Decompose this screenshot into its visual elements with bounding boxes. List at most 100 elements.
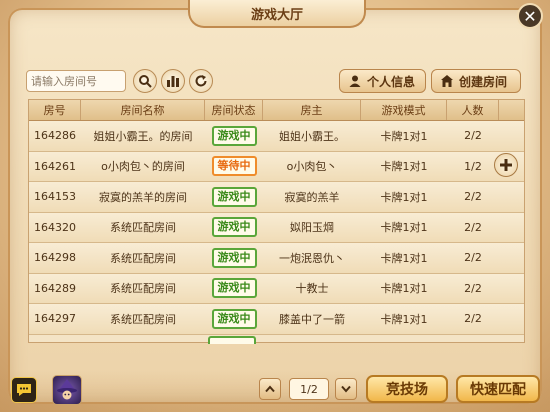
cell-room-name: 系统匹配房间 xyxy=(110,312,176,326)
status-badge: 游戏中 xyxy=(211,308,257,329)
table-header: 房号 房间名称 房间状态 房主 游戏模式 人数 xyxy=(29,100,524,121)
status-badge: 游戏中 xyxy=(211,125,257,146)
cell-room-id: 164289 xyxy=(34,281,76,295)
quick-match-label: 快速匹配 xyxy=(470,382,526,398)
refresh-button[interactable] xyxy=(189,69,213,93)
cell-owner: 一炮泯恩仇丶 xyxy=(279,251,345,265)
cell-owner: 寂寞的羔羊 xyxy=(284,190,340,204)
table-row[interactable]: 164261 o小肉包丶的房间 等待中 o小肉包丶 卡牌1对1 1/2 xyxy=(29,151,524,182)
cell-room-status: 游戏中 xyxy=(205,243,263,273)
user-icon xyxy=(349,75,361,87)
status-badge: 游戏中 xyxy=(211,217,257,238)
cell-game-mode: 卡牌1对1 xyxy=(380,312,428,326)
cell-room-id: 164286 xyxy=(34,129,76,143)
search-button[interactable] xyxy=(133,69,157,93)
profile-button[interactable]: 个人信息 xyxy=(339,69,426,93)
partial-status-badge xyxy=(208,336,256,344)
cell-game-mode: 卡牌1对1 xyxy=(380,251,428,265)
cell-action xyxy=(499,182,524,212)
cell-action xyxy=(499,121,524,151)
cell-room-status: 游戏中 xyxy=(205,182,263,212)
arena-button[interactable]: 竞技场 xyxy=(366,375,448,403)
table-row[interactable]: 164289 系统匹配房间 游戏中 十教士 卡牌1对1 2/2 xyxy=(29,273,524,304)
table-body: 164286 姐姐小霸王。的房间 游戏中 姐姐小霸王。 卡牌1对1 2/2 164261 o小… xyxy=(29,121,524,335)
table-row[interactable]: 164286 姐姐小霸王。的房间 游戏中 姐姐小霸王。 卡牌1对1 2/2 xyxy=(29,121,524,152)
cell-owner: o小肉包丶 xyxy=(286,160,338,174)
ranking-button[interactable] xyxy=(161,69,185,93)
header-owner: 房主 xyxy=(263,100,361,120)
cell-game-mode: 卡牌1对1 xyxy=(380,190,428,204)
cell-players: 2/2 xyxy=(464,281,482,295)
room-table: 房号 房间名称 房间状态 房主 游戏模式 人数 164286 姐姐小霸王。的房间游… xyxy=(28,99,525,343)
cell-players: 2/2 xyxy=(464,312,482,326)
bar-chart-icon xyxy=(167,76,179,87)
close-button[interactable]: ✕ xyxy=(517,3,543,29)
cell-owner: 姐姐小霸王。 xyxy=(279,129,345,143)
cell-room-name: 系统匹配房间 xyxy=(110,221,176,235)
cell-room-id: 164297 xyxy=(34,312,76,326)
cell-room-name: 系统匹配房间 xyxy=(110,282,176,296)
close-icon: ✕ xyxy=(523,6,537,26)
chat-button[interactable] xyxy=(11,377,37,403)
cell-game-mode: 卡牌1对1 xyxy=(380,129,428,143)
wizard-icon xyxy=(57,379,77,400)
cell-room-status: 游戏中 xyxy=(205,274,263,304)
table-row[interactable]: 164298 系统匹配房间 游戏中 一炮泯恩仇丶 卡牌1对1 2/2 xyxy=(29,243,524,274)
create-room-label: 创建房间 xyxy=(459,74,508,89)
table-row[interactable]: 164153 寂寞的羔羊的房间 游戏中 寂寞的羔羊 卡牌1对1 2/2 xyxy=(29,182,524,213)
chevron-down-icon xyxy=(341,385,351,393)
cell-players: 2/2 xyxy=(464,129,482,143)
status-badge: 游戏中 xyxy=(211,247,257,268)
status-badge: 游戏中 xyxy=(211,278,257,299)
search-icon xyxy=(139,75,152,88)
cell-room-name: 系统匹配房间 xyxy=(110,251,176,265)
page-indicator: 1/2 xyxy=(289,378,329,400)
cell-room-status: 游戏中 xyxy=(205,213,263,243)
header-room-name: 房间名称 xyxy=(81,100,205,120)
cell-players: 2/2 xyxy=(464,251,482,265)
page-up-button[interactable] xyxy=(259,378,281,400)
page-title: 游戏大厅 xyxy=(250,7,303,23)
profile-label: 个人信息 xyxy=(367,74,416,89)
table-row[interactable]: 164297 系统匹配房间 游戏中 膝盖中了一箭 卡牌1对1 2/2 xyxy=(29,304,524,335)
cell-room-name: 姐姐小霸王。的房间 xyxy=(93,129,193,143)
cell-action xyxy=(499,243,524,273)
table-row[interactable]: 164320 系统匹配房间 游戏中 姒阳玉焵 卡牌1对1 2/2 xyxy=(29,212,524,243)
header-players: 人数 xyxy=(447,100,499,120)
cell-game-mode: 卡牌1对1 xyxy=(380,221,428,235)
room-search-input[interactable] xyxy=(26,70,126,92)
cell-action xyxy=(499,274,524,304)
cell-action xyxy=(499,304,524,334)
create-room-button[interactable]: 创建房间 xyxy=(431,69,521,93)
chevron-up-icon xyxy=(265,385,275,393)
status-badge: 等待中 xyxy=(211,156,257,177)
cell-players: 2/2 xyxy=(464,220,482,234)
arena-label: 竞技场 xyxy=(386,382,428,398)
page-down-button[interactable] xyxy=(335,378,357,400)
cell-room-id: 164261 xyxy=(34,159,76,173)
cell-game-mode: 卡牌1对1 xyxy=(380,282,428,296)
cell-room-status: 等待中 xyxy=(205,152,263,182)
cell-room-name: o小肉包丶的房间 xyxy=(101,160,185,174)
refresh-icon xyxy=(195,75,207,87)
home-icon xyxy=(441,75,453,87)
cell-owner: 十教士 xyxy=(295,282,329,296)
cell-room-status: 游戏中 xyxy=(205,304,263,334)
quick-match-button[interactable]: 快速匹配 xyxy=(456,375,540,403)
status-badge: 游戏中 xyxy=(211,186,257,207)
header-action xyxy=(499,100,524,120)
cell-players: 1/2 xyxy=(464,159,482,173)
header-game-mode: 游戏模式 xyxy=(361,100,447,120)
cell-owner: 姒阳玉焵 xyxy=(290,221,334,235)
join-room-button[interactable] xyxy=(494,153,518,177)
header-room-id: 房号 xyxy=(29,100,81,120)
header-room-status: 房间状态 xyxy=(205,100,263,120)
cell-action xyxy=(499,213,524,243)
plus-icon xyxy=(500,159,512,171)
cell-players: 2/2 xyxy=(464,190,482,204)
title-tab: 游戏大厅 xyxy=(188,0,366,28)
cell-owner: 膝盖中了一箭 xyxy=(279,312,345,326)
cell-room-id: 164153 xyxy=(34,190,76,204)
cell-room-status: 游戏中 xyxy=(205,121,263,151)
wizard-avatar[interactable] xyxy=(52,375,82,405)
